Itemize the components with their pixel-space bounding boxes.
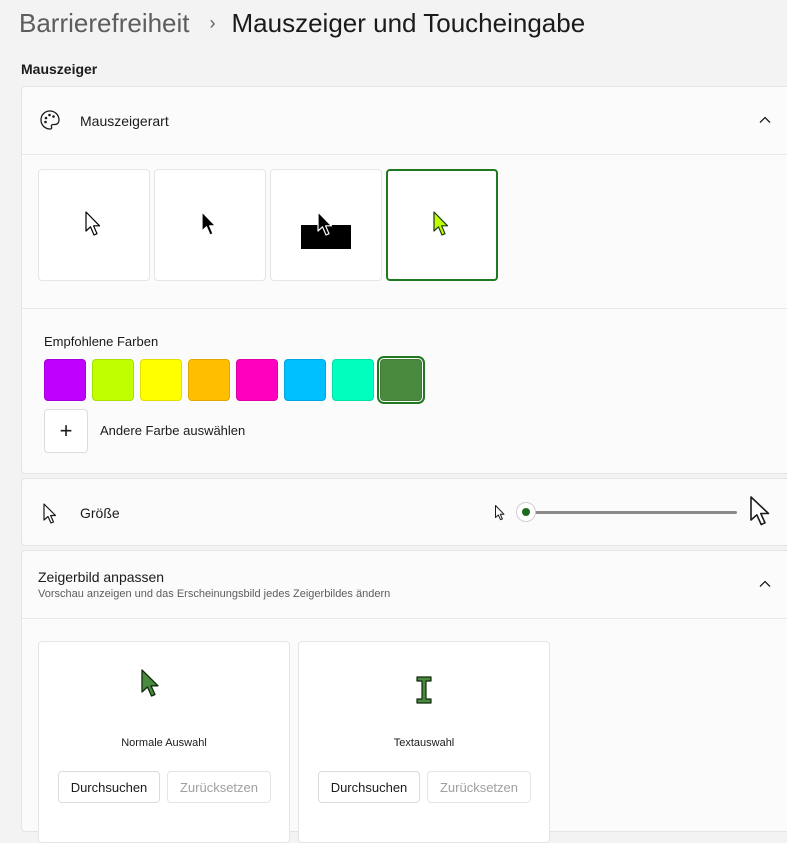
pointer-style-custom[interactable] — [386, 169, 498, 281]
pointer-image-subtitle: Vorschau anzeigen und das Erscheinungsbi… — [38, 588, 391, 600]
color-swatch-pink[interactable] — [236, 359, 278, 401]
chevron-up-icon[interactable] — [758, 113, 772, 127]
breadcrumb-separator: › — [209, 12, 216, 33]
small-cursor-icon — [495, 505, 505, 521]
pointer-style-inverted[interactable] — [270, 169, 382, 281]
reset-button[interactable]: Zurücksetzen — [167, 771, 271, 803]
pointer-image-card: Zeigerbild anpassen Vorschau anzeigen un… — [21, 550, 787, 843]
normal-select-cursor-icon — [141, 669, 159, 697]
browse-button[interactable]: Durchsuchen — [318, 771, 420, 803]
inverted-cursor-icon — [301, 211, 351, 249]
size-slider-thumb[interactable] — [516, 502, 536, 522]
section-label-mauszeiger: Mauszeiger — [21, 61, 98, 77]
pointer-card-name: Normale Auswahl — [121, 737, 207, 749]
size-slider-track[interactable] — [525, 511, 737, 514]
pointer-image-header[interactable]: Zeigerbild anpassen Vorschau anzeigen un… — [22, 551, 787, 618]
browse-button[interactable]: Durchsuchen — [58, 771, 160, 803]
color-swatch-lime[interactable] — [92, 359, 134, 401]
color-swatch-purple[interactable] — [44, 359, 86, 401]
divider — [22, 154, 787, 155]
breadcrumb-parent[interactable]: Barrierefreiheit — [19, 8, 190, 39]
white-cursor-icon — [85, 211, 101, 236]
add-color-label[interactable]: Andere Farbe auswählen — [100, 423, 245, 438]
pointer-image-title: Zeigerbild anpassen — [38, 569, 165, 585]
add-color-button[interactable]: + — [44, 409, 88, 453]
pointer-style-white[interactable] — [38, 169, 150, 281]
black-cursor-icon — [201, 211, 217, 236]
cursor-icon — [43, 503, 57, 524]
pointer-card-normal: Normale Auswahl Durchsuchen Zurücksetzen — [38, 641, 290, 843]
pointer-style-label: Mauszeigerart — [80, 113, 169, 129]
chevron-up-icon[interactable] — [758, 577, 772, 591]
large-cursor-icon — [750, 496, 770, 526]
plus-icon: + — [59, 418, 73, 443]
breadcrumb: Barrierefreiheit › Mauszeiger und Touche… — [19, 4, 585, 42]
color-swatch-yellow[interactable] — [140, 359, 182, 401]
size-label: Größe — [80, 505, 120, 521]
divider — [22, 308, 787, 309]
palette-icon — [40, 110, 60, 130]
size-card: Größe — [21, 478, 787, 546]
recommended-colors-title: Empfohlene Farben — [44, 334, 159, 349]
pointer-style-black[interactable] — [154, 169, 266, 281]
page-title: Mauszeiger und Toucheingabe — [231, 7, 586, 38]
color-swatch-teal[interactable] — [332, 359, 374, 401]
pointer-style-card: Mauszeigerart Empfohlene Farben + Andere… — [21, 86, 787, 474]
divider — [22, 618, 787, 619]
color-swatch-blue[interactable] — [284, 359, 326, 401]
text-select-cursor-icon — [416, 676, 432, 704]
colored-cursor-icon — [433, 211, 449, 236]
color-swatch-orange[interactable] — [188, 359, 230, 401]
color-swatch-green[interactable] — [377, 356, 425, 404]
pointer-card-text: Textauswahl Durchsuchen Zurücksetzen — [298, 641, 550, 843]
pointer-style-header[interactable]: Mauszeigerart — [22, 87, 787, 154]
reset-button[interactable]: Zurücksetzen — [427, 771, 531, 803]
pointer-card-name: Textauswahl — [393, 737, 455, 749]
